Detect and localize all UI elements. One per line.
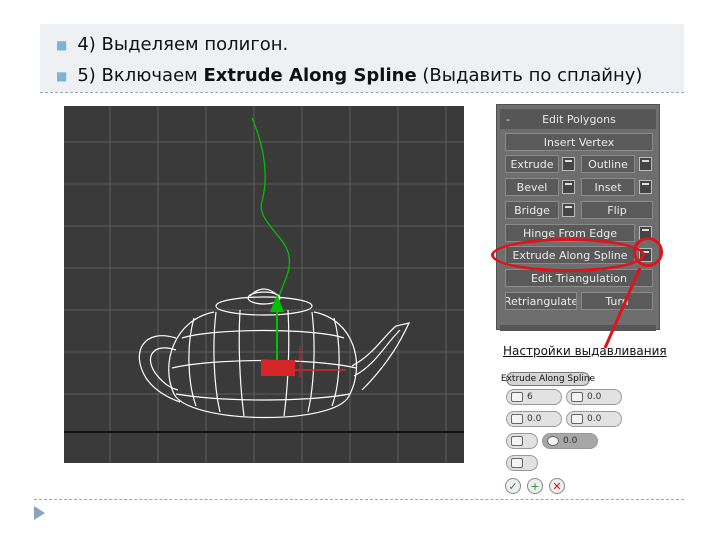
bullet-item-1: ■ 4) Выделяем полигон. [56, 34, 288, 55]
twist-value: 0.0 [587, 414, 602, 424]
next-rollout-header [500, 325, 656, 331]
panel-header[interactable]: - Edit Polygons [500, 109, 656, 129]
taper-curve-icon [511, 414, 523, 424]
segments-icon [511, 392, 523, 402]
twist-field[interactable]: 0.0 [566, 411, 622, 427]
bullet-item-2: ■ 5) Включаем Extrude Along Spline (Выда… [56, 65, 642, 86]
bevel-settings-icon[interactable] [562, 180, 575, 194]
taper-curve-field[interactable]: 0.0 [506, 411, 562, 427]
rotation-icon [547, 436, 559, 446]
viewport-scene [64, 106, 464, 463]
selected-polygon[interactable] [261, 360, 295, 376]
highlight-ellipse [491, 238, 645, 272]
taper-amount-value: 0.0 [587, 392, 602, 402]
pick-spline-icon [511, 458, 523, 468]
pick-spline-button[interactable] [506, 455, 538, 471]
settings-caption: Настройки выдавливания [503, 344, 667, 358]
inset-settings-icon[interactable] [639, 180, 652, 194]
align-toggle[interactable] [506, 433, 538, 449]
insert-vertex-button[interactable]: Insert Vertex [505, 133, 653, 151]
twist-icon [571, 414, 583, 424]
footer-arrow-icon [34, 506, 45, 520]
outline-button[interactable]: Outline [581, 155, 635, 173]
ok-icon[interactable]: ✓ [505, 478, 521, 494]
mini-panel-title: Extrude Along Spline [500, 372, 596, 386]
collapse-icon[interactable]: - [500, 113, 516, 126]
inset-button[interactable]: Inset [581, 178, 635, 196]
align-icon [511, 436, 523, 446]
bullet-bold-term: Extrude Along Spline [203, 65, 417, 86]
bevel-button[interactable]: Bevel [505, 178, 559, 196]
bullet-prefix: 5) Включаем [77, 65, 204, 86]
retriangulate-button[interactable]: Retriangulate [505, 292, 577, 310]
taper-amount-icon [571, 392, 583, 402]
footer-divider [34, 499, 684, 500]
extrude-button[interactable]: Extrude [505, 155, 559, 173]
bullet-marker-icon: ■ [56, 37, 68, 52]
edit-polygons-panel: - Edit Polygons Insert Vertex Extrude Ou… [496, 104, 660, 331]
panel-title: Edit Polygons [542, 112, 616, 126]
spline-path [251, 117, 291, 303]
extrude-settings-icon[interactable] [562, 157, 575, 171]
cancel-icon[interactable]: ✕ [549, 478, 565, 494]
bullet-marker-icon: ■ [56, 68, 68, 83]
taper-curve-value: 0.0 [527, 414, 542, 424]
rotation-value: 0.0 [563, 436, 578, 446]
bridge-settings-icon[interactable] [562, 203, 575, 217]
segments-field[interactable]: 6 [506, 389, 562, 405]
bullet-text: 4) Выделяем полигон. [77, 34, 289, 55]
rotation-field[interactable]: 0.0 [542, 433, 598, 449]
segments-value: 6 [527, 392, 533, 402]
flip-button[interactable]: Flip [581, 201, 653, 219]
viewport[interactable] [64, 106, 464, 463]
turn-button[interactable]: Turn [581, 292, 653, 310]
bullet-suffix: (Выдавить по сплайну) [416, 65, 643, 86]
highlight-circle [633, 237, 663, 267]
slide: ■ 4) Выделяем полигон. ■ 5) Включаем Ext… [0, 0, 720, 540]
taper-amount-field[interactable]: 0.0 [566, 389, 622, 405]
outline-settings-icon[interactable] [639, 157, 652, 171]
apply-icon[interactable]: + [527, 478, 543, 494]
bullet-divider [40, 92, 684, 93]
bridge-button[interactable]: Bridge [505, 201, 559, 219]
